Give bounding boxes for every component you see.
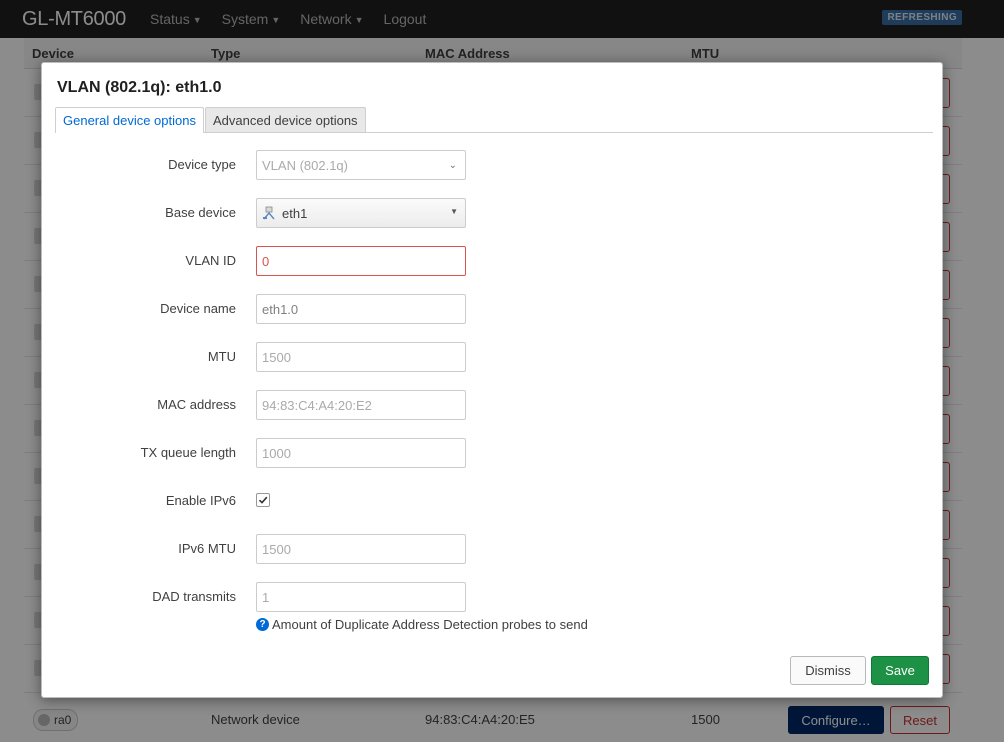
enable-ipv6-checkbox[interactable]	[256, 493, 270, 507]
mtu-label: MTU	[207, 349, 236, 364]
field-dad-transmits: DAD transmits 1	[42, 582, 942, 612]
field-device-type: Device type VLAN (802.1q) ⌄	[42, 150, 942, 180]
dad-transmits-hint-text: Amount of Duplicate Address Detection pr…	[272, 617, 588, 632]
save-button[interactable]: Save	[871, 656, 929, 685]
base-device-label: Base device	[165, 205, 236, 220]
field-base-device: Base device eth1 ▼	[42, 198, 942, 228]
ipv6-mtu-label: IPv6 MTU	[178, 541, 236, 556]
field-vlan-id: VLAN ID 0	[42, 246, 942, 276]
field-mac-address: MAC address 94:83:C4:A4:20:E2	[42, 390, 942, 420]
help-icon: ?	[256, 618, 269, 631]
mtu-placeholder: 1500	[262, 349, 291, 365]
checkmark-icon	[258, 496, 268, 504]
mac-address-placeholder: 94:83:C4:A4:20:E2	[262, 397, 372, 413]
vlan-id-input[interactable]: 0	[256, 246, 466, 276]
enable-ipv6-label: Enable IPv6	[165, 493, 236, 508]
field-ipv6-mtu: IPv6 MTU 1500	[42, 534, 942, 564]
device-type-select[interactable]: VLAN (802.1q) ⌄	[256, 150, 466, 180]
dismiss-button[interactable]: Dismiss	[790, 656, 866, 685]
field-device-name: Device name eth1.0	[42, 294, 942, 324]
dad-transmits-input[interactable]: 1	[256, 582, 466, 612]
vlan-id-label: VLAN ID	[185, 253, 236, 268]
ipv6-mtu-placeholder: 1500	[262, 541, 291, 557]
dropdown-triangle-icon: ▼	[450, 207, 458, 216]
vlan-id-value: 0	[262, 253, 270, 269]
chevron-down-icon: ⌄	[448, 160, 457, 171]
device-config-modal: VLAN (802.1q): eth1.0 General device opt…	[41, 62, 943, 698]
device-name-label: Device name	[160, 301, 236, 316]
tx-queue-length-input[interactable]: 1000	[256, 438, 466, 468]
dad-transmits-hint: ? Amount of Duplicate Address Detection …	[256, 617, 588, 632]
device-type-value: VLAN (802.1q)	[262, 157, 348, 173]
base-device-value: eth1	[282, 205, 308, 221]
tx-queue-length-placeholder: 1000	[262, 445, 291, 461]
tab-advanced-device-options[interactable]: Advanced device options	[205, 107, 366, 132]
modal-tabs: General device options Advanced device o…	[55, 107, 933, 133]
field-tx-queue-length: TX queue length 1000	[42, 438, 942, 468]
base-device-dropdown[interactable]: eth1 ▼	[256, 198, 466, 228]
field-enable-ipv6: Enable IPv6	[42, 486, 942, 516]
ipv6-mtu-input[interactable]: 1500	[256, 534, 466, 564]
dad-transmits-label: DAD transmits	[152, 589, 236, 604]
mtu-input[interactable]: 1500	[256, 342, 466, 372]
tx-queue-length-label: TX queue length	[140, 445, 236, 460]
mac-address-label: MAC address	[157, 397, 236, 412]
device-name-input[interactable]: eth1.0	[256, 294, 466, 324]
device-type-label: Device type	[168, 157, 236, 172]
tab-general-device-options[interactable]: General device options	[55, 107, 204, 133]
dad-transmits-placeholder: 1	[262, 589, 270, 605]
mac-address-input[interactable]: 94:83:C4:A4:20:E2	[256, 390, 466, 420]
field-mtu: MTU 1500	[42, 342, 942, 372]
modal-title: VLAN (802.1q): eth1.0	[57, 79, 222, 96]
device-name-value: eth1.0	[262, 301, 299, 317]
ethernet-port-icon	[262, 206, 276, 220]
